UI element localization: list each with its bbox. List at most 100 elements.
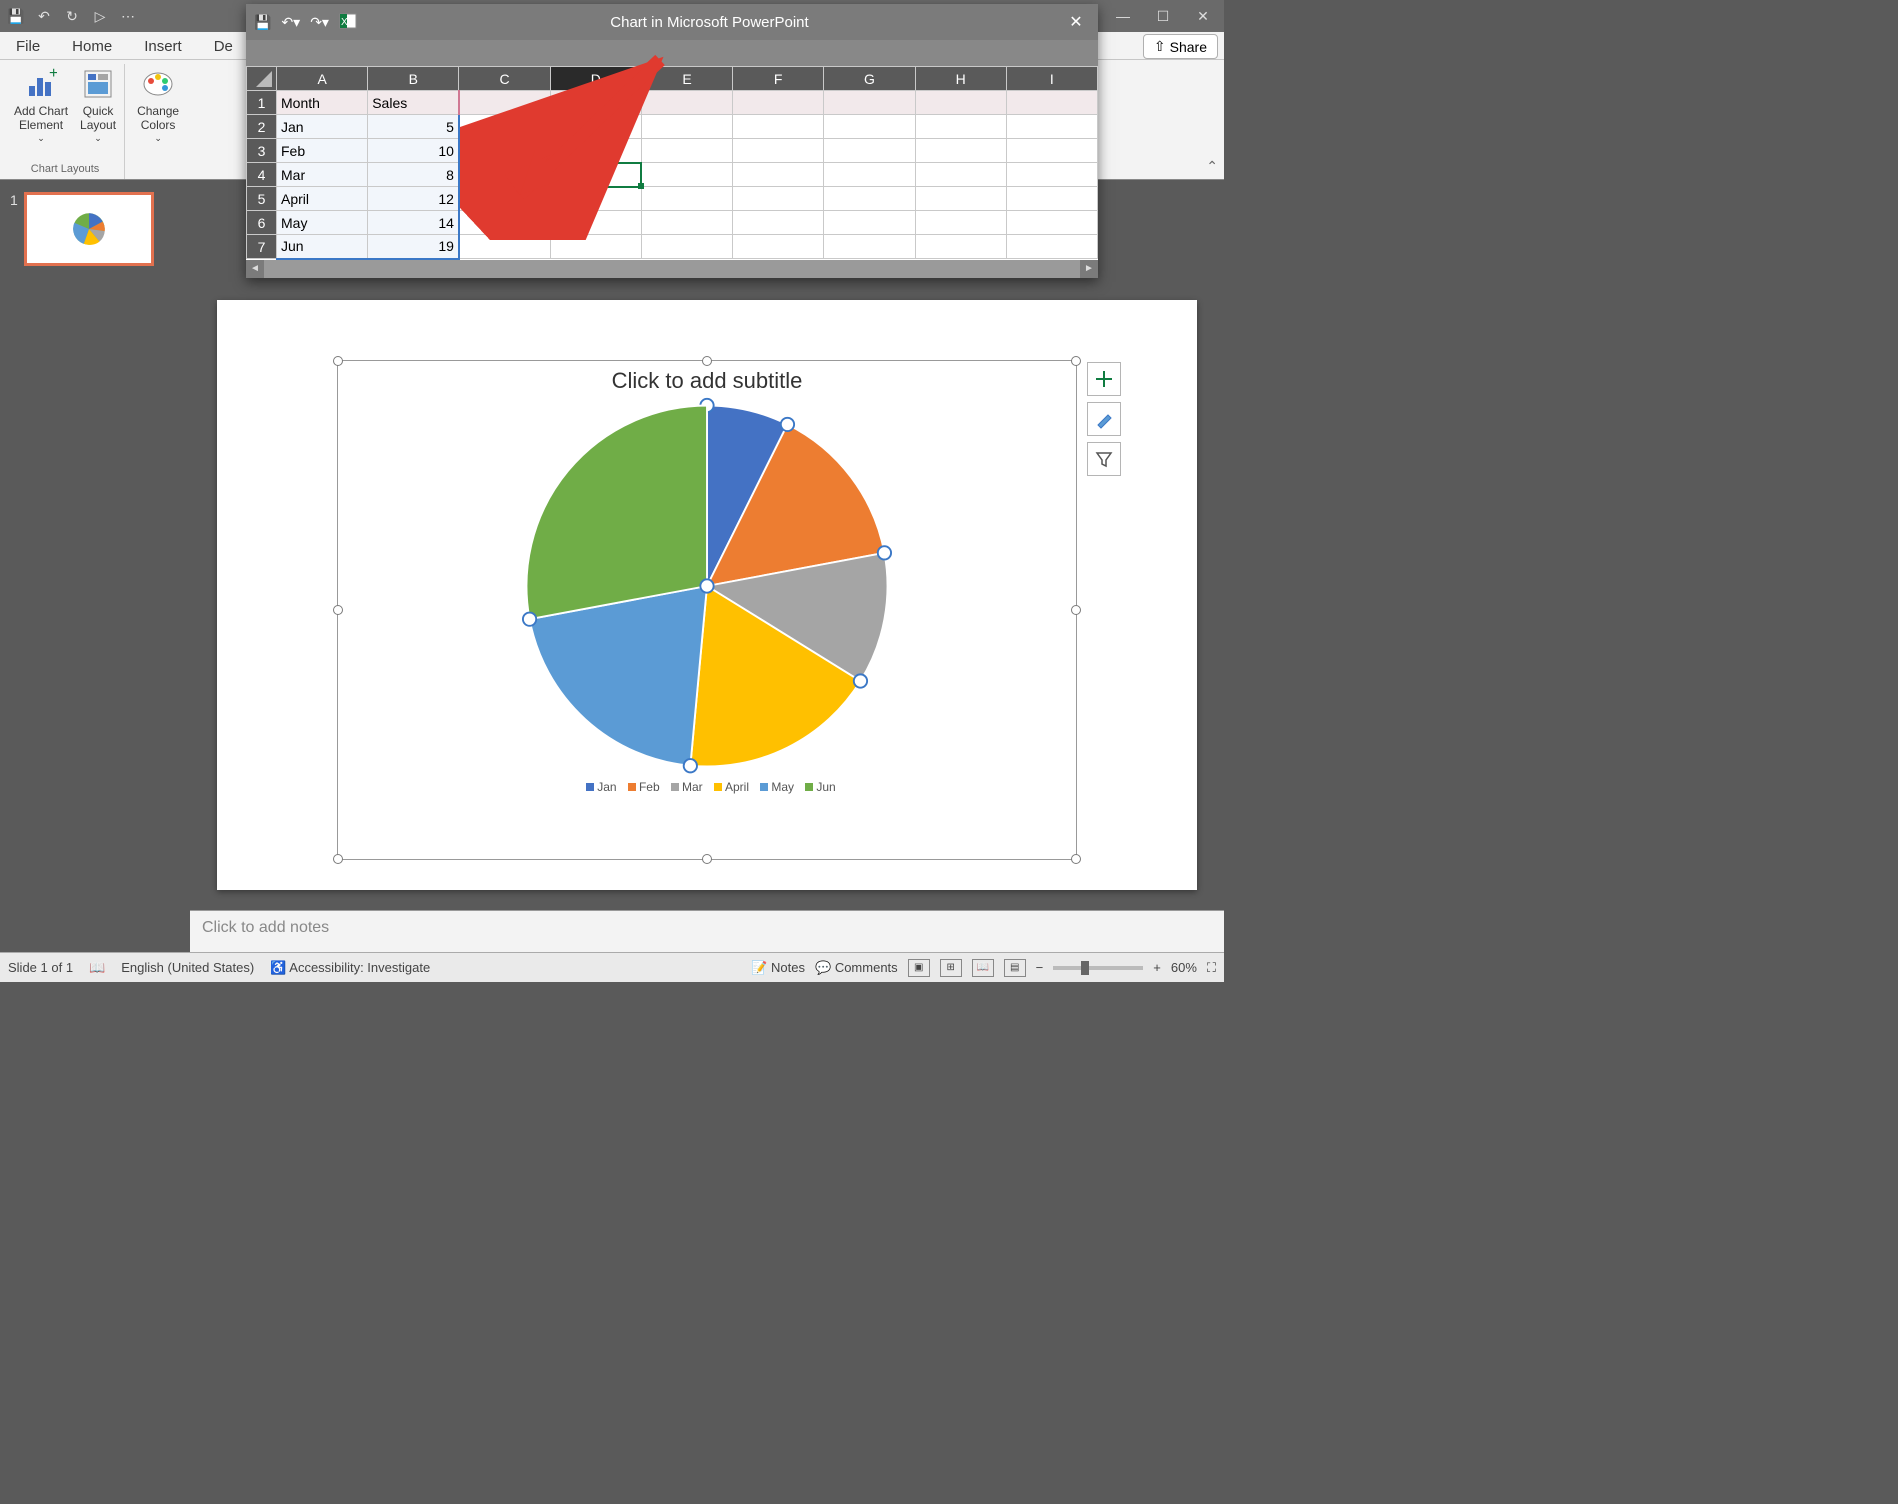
row-header-1[interactable]: 1 bbox=[247, 91, 277, 115]
cell-C5[interactable] bbox=[459, 187, 550, 211]
language-button[interactable]: English (United States) bbox=[121, 960, 254, 975]
cell-F7[interactable] bbox=[733, 235, 824, 259]
cell-I6[interactable] bbox=[1006, 211, 1097, 235]
cell-A6[interactable]: May bbox=[277, 211, 368, 235]
cell-H6[interactable] bbox=[915, 211, 1006, 235]
col-header-F[interactable]: F bbox=[733, 67, 824, 91]
cell-H3[interactable] bbox=[915, 139, 1006, 163]
row-header-5[interactable]: 5 bbox=[247, 187, 277, 211]
pie-chart[interactable] bbox=[517, 396, 897, 776]
undo-icon[interactable]: ↶ bbox=[34, 6, 54, 26]
cell-B4[interactable]: 8 bbox=[368, 163, 459, 187]
qat-more-icon[interactable]: ⋯ bbox=[118, 6, 138, 26]
cell-H4[interactable] bbox=[915, 163, 1006, 187]
cell-I5[interactable] bbox=[1006, 187, 1097, 211]
share-button[interactable]: ⇧Share bbox=[1143, 34, 1218, 59]
row-header-7[interactable]: 7 bbox=[247, 235, 277, 259]
cell-D3[interactable] bbox=[550, 139, 641, 163]
zoom-thumb[interactable] bbox=[1081, 961, 1089, 975]
close-icon[interactable]: ✕ bbox=[1188, 6, 1218, 26]
cell-G2[interactable] bbox=[824, 115, 915, 139]
minimize-icon[interactable]: — bbox=[1108, 6, 1138, 26]
cell-H2[interactable] bbox=[915, 115, 1006, 139]
cell-E6[interactable] bbox=[641, 211, 732, 235]
cell-C3[interactable] bbox=[459, 139, 550, 163]
sel-handle[interactable] bbox=[702, 356, 712, 366]
redo-icon[interactable]: ↷▾ bbox=[310, 14, 329, 31]
col-header-C[interactable]: C bbox=[459, 67, 550, 91]
sel-handle[interactable] bbox=[333, 605, 343, 615]
cell-E4[interactable] bbox=[641, 163, 732, 187]
cell-H5[interactable] bbox=[915, 187, 1006, 211]
cell-I4[interactable] bbox=[1006, 163, 1097, 187]
notes-pane[interactable]: Click to add notes bbox=[190, 910, 1224, 952]
sel-handle[interactable] bbox=[333, 356, 343, 366]
col-header-H[interactable]: H bbox=[915, 67, 1006, 91]
row-header-3[interactable]: 3 bbox=[247, 139, 277, 163]
reading-view-icon[interactable]: 📖 bbox=[972, 959, 994, 977]
cell-C7[interactable] bbox=[459, 235, 550, 259]
cell-H7[interactable] bbox=[915, 235, 1006, 259]
sel-handle[interactable] bbox=[1071, 356, 1081, 366]
cell-F5[interactable] bbox=[733, 187, 824, 211]
slide-indicator[interactable]: Slide 1 of 1 bbox=[8, 960, 73, 975]
scroll-right-icon[interactable]: ► bbox=[1080, 260, 1098, 278]
col-header-E[interactable]: E bbox=[641, 67, 732, 91]
subtitle-placeholder[interactable]: Click to add subtitle bbox=[338, 361, 1076, 396]
cell-A1[interactable]: Month bbox=[277, 91, 368, 115]
cell-D5[interactable] bbox=[550, 187, 641, 211]
sel-handle[interactable] bbox=[333, 854, 343, 864]
zoom-slider[interactable] bbox=[1053, 966, 1143, 970]
cell-I2[interactable] bbox=[1006, 115, 1097, 139]
cell-E5[interactable] bbox=[641, 187, 732, 211]
cell-D1[interactable] bbox=[550, 91, 641, 115]
cell-C4[interactable] bbox=[459, 163, 550, 187]
cell-D6[interactable] bbox=[550, 211, 641, 235]
tab-insert[interactable]: Insert bbox=[134, 34, 192, 59]
cell-B3[interactable]: 10 bbox=[368, 139, 459, 163]
row-header-6[interactable]: 6 bbox=[247, 211, 277, 235]
cell-E2[interactable] bbox=[641, 115, 732, 139]
row-header-4[interactable]: 4 bbox=[247, 163, 277, 187]
cell-I3[interactable] bbox=[1006, 139, 1097, 163]
cell-A2[interactable]: Jan bbox=[277, 115, 368, 139]
from-beginning-icon[interactable]: ▷ bbox=[90, 6, 110, 26]
cell-G5[interactable] bbox=[824, 187, 915, 211]
col-header-B[interactable]: B bbox=[368, 67, 459, 91]
cell-E7[interactable] bbox=[641, 235, 732, 259]
cell-G4[interactable] bbox=[824, 163, 915, 187]
cell-G1[interactable] bbox=[824, 91, 915, 115]
cell-B1[interactable]: Sales bbox=[368, 91, 459, 115]
scrollbar-track[interactable] bbox=[264, 260, 1080, 278]
col-header-A[interactable]: A bbox=[277, 67, 368, 91]
cell-C1[interactable] bbox=[459, 91, 550, 115]
scroll-left-icon[interactable]: ◄ bbox=[246, 260, 264, 278]
cell-G7[interactable] bbox=[824, 235, 915, 259]
quick-layout-button[interactable]: Quick Layout ⌄ bbox=[78, 64, 118, 146]
cell-E3[interactable] bbox=[641, 139, 732, 163]
chart-styles-button[interactable] bbox=[1087, 402, 1121, 436]
cell-H1[interactable] bbox=[915, 91, 1006, 115]
chart-win-titlebar[interactable]: 💾 ↶▾ ↷▾ X Chart in Microsoft PowerPoint … bbox=[246, 4, 1098, 40]
zoom-in-icon[interactable]: + bbox=[1153, 960, 1161, 975]
cell-C6[interactable] bbox=[459, 211, 550, 235]
chart-elements-button[interactable] bbox=[1087, 362, 1121, 396]
zoom-level[interactable]: 60% bbox=[1171, 960, 1197, 975]
cell-D4[interactable] bbox=[550, 163, 641, 187]
cell-D7[interactable] bbox=[550, 235, 641, 259]
pie-handle[interactable] bbox=[878, 546, 891, 559]
cell-A3[interactable]: Feb bbox=[277, 139, 368, 163]
cell-A4[interactable]: Mar bbox=[277, 163, 368, 187]
add-chart-element-button[interactable]: + Add Chart Element ⌄ bbox=[12, 64, 70, 146]
chart-filter-button[interactable] bbox=[1087, 442, 1121, 476]
cell-F2[interactable] bbox=[733, 115, 824, 139]
cell-B7[interactable]: 19 bbox=[368, 235, 459, 259]
col-header-I[interactable]: I bbox=[1006, 67, 1097, 91]
notes-button[interactable]: 📝 Notes bbox=[751, 960, 805, 976]
cell-F1[interactable] bbox=[733, 91, 824, 115]
normal-view-icon[interactable]: ▣ bbox=[908, 959, 930, 977]
edit-in-excel-icon[interactable]: X bbox=[339, 12, 357, 33]
comments-button[interactable]: 💬 Comments bbox=[815, 960, 898, 976]
fit-to-window-icon[interactable]: ⛶ bbox=[1207, 960, 1216, 976]
horizontal-scrollbar[interactable]: ◄ ► bbox=[246, 260, 1098, 278]
